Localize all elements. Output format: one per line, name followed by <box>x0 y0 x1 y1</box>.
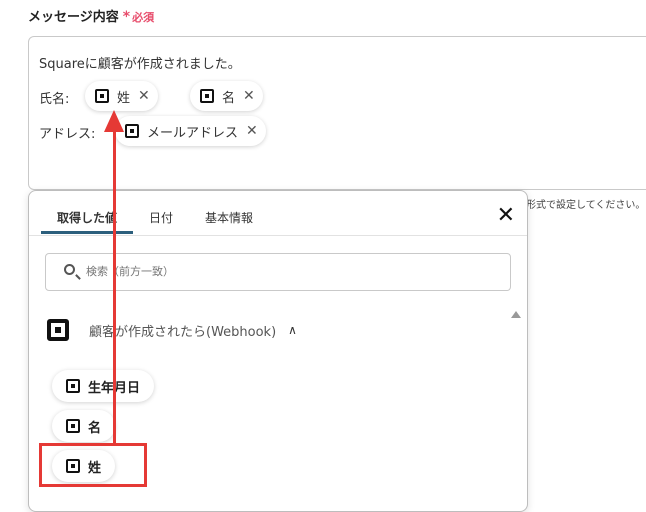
close-icon[interactable]: ✕ <box>138 88 150 104</box>
name-label: 氏名: <box>39 92 70 107</box>
address-label: アドレス: <box>39 127 96 142</box>
variable-chip-email[interactable]: メールアドレス ✕ <box>115 116 266 146</box>
chip-label: 姓 <box>117 90 131 106</box>
list-item-birthday[interactable]: 生年月日 <box>52 370 155 402</box>
scroll-up-arrow-icon[interactable] <box>511 311 521 318</box>
list-item-label: 名 <box>88 420 102 436</box>
active-tab-indicator <box>41 231 133 234</box>
close-icon[interactable]: ✕ <box>243 88 255 104</box>
chip-label: メールアドレス <box>147 125 239 141</box>
field-label: メッセージ内容 * 必須 <box>28 6 154 25</box>
message-line-1: Squareに顧客が作成されました。 <box>39 57 241 72</box>
helper-text: 形式で設定してください。 <box>526 200 646 211</box>
square-logo-icon <box>47 319 69 341</box>
chevron-up-icon[interactable]: ∧ <box>288 323 297 337</box>
search-input[interactable] <box>84 265 488 279</box>
list-item-first-name[interactable]: 名 <box>52 410 116 442</box>
variable-chip-first-name[interactable]: 名 ✕ <box>190 81 263 111</box>
search-icon <box>64 264 75 275</box>
close-icon[interactable]: ✕ <box>497 203 515 228</box>
close-icon[interactable]: ✕ <box>246 123 258 139</box>
tab-divider <box>29 235 527 236</box>
square-logo-icon <box>200 89 214 103</box>
tab-date[interactable]: 日付 <box>149 209 173 226</box>
tab-basic-info[interactable]: 基本情報 <box>205 209 253 226</box>
field-label-text: メッセージ内容 <box>28 10 119 25</box>
annotation-arrow-head-icon <box>104 110 124 132</box>
tab-acquired-values[interactable]: 取得した値 <box>57 209 117 226</box>
required-text: 必須 <box>132 11 155 24</box>
required-star: * <box>122 9 131 25</box>
square-logo-icon <box>66 419 80 433</box>
group-header[interactable]: 顧客が作成されたら(Webhook) ∧ <box>47 319 297 341</box>
group-title: 顧客が作成されたら(Webhook) <box>89 324 277 340</box>
annotation-highlight-box <box>39 443 147 487</box>
square-logo-icon <box>125 124 139 138</box>
square-logo-icon <box>66 379 80 393</box>
variable-chip-last-name[interactable]: 姓 ✕ <box>85 81 158 111</box>
chip-label: 名 <box>222 90 236 106</box>
square-logo-icon <box>95 89 109 103</box>
annotation-arrow-line <box>113 130 116 443</box>
